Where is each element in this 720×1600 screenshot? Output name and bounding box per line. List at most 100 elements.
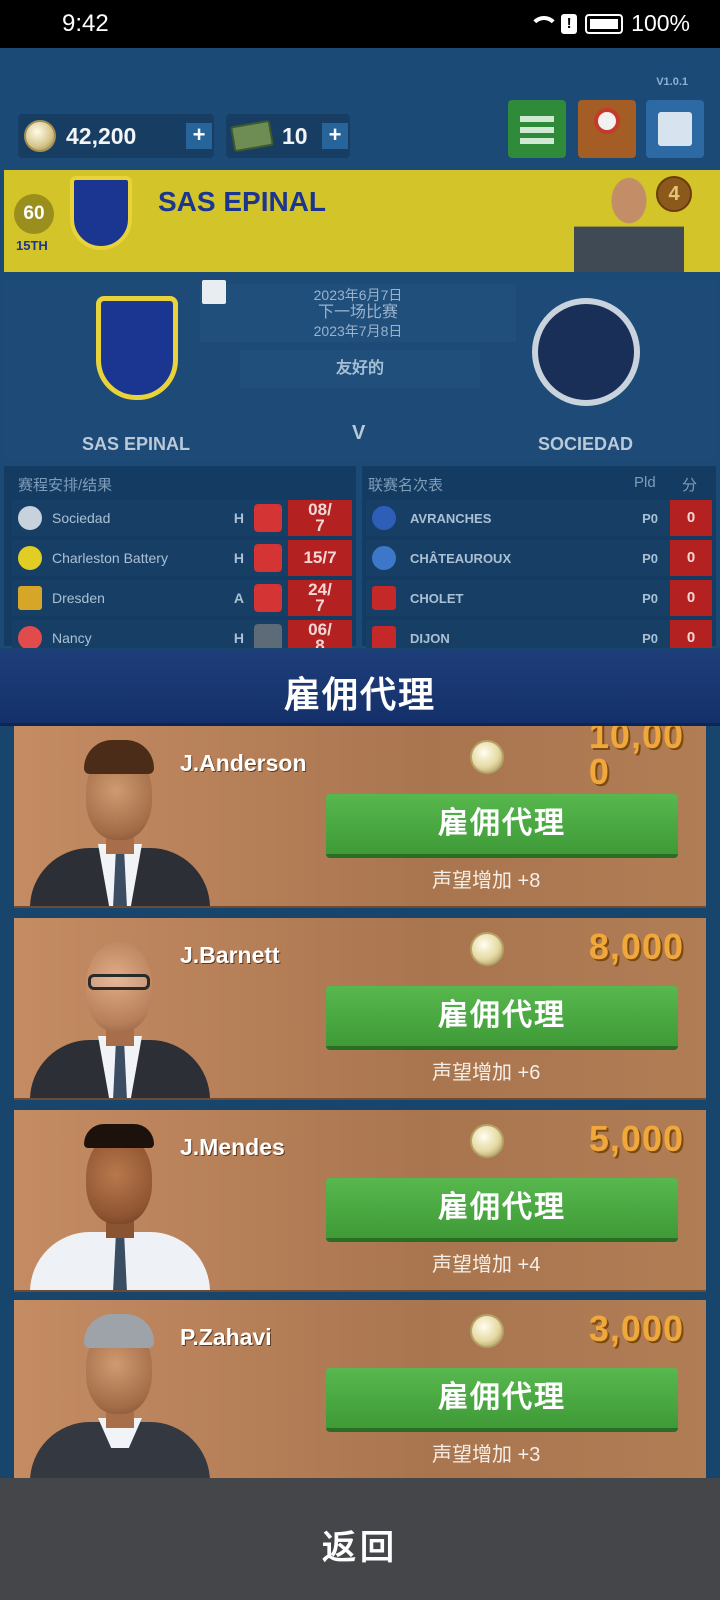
club-rating: 60 xyxy=(14,194,54,234)
fixture-date: 24/ 7 xyxy=(288,580,352,616)
hire-agent-button[interactable]: 雇佣代理 xyxy=(326,794,678,858)
fixture-date: 08/ 7 xyxy=(288,500,352,536)
agent-hair xyxy=(84,1124,154,1148)
modal-header: 雇佣代理 xyxy=(0,650,720,726)
award-button[interactable] xyxy=(578,100,636,158)
calendar-icon[interactable] xyxy=(202,280,226,304)
battery-percent: 100% xyxy=(631,10,690,36)
wifi-icon xyxy=(527,14,560,34)
alert-icon: ! xyxy=(561,13,578,34)
floppy-icon xyxy=(658,112,692,146)
agent-hair xyxy=(84,1314,154,1348)
status-bar: 9:42 ! 100% xyxy=(0,0,720,48)
match-type: 友好的 xyxy=(240,350,480,388)
save-button[interactable] xyxy=(646,100,704,158)
league-pld: P0 xyxy=(642,510,658,526)
cash-display: 10 + xyxy=(226,114,350,158)
league-pld: P0 xyxy=(642,590,658,606)
league-row[interactable]: CHÂTEAUROUX P0 0 xyxy=(366,540,712,576)
hire-agent-button[interactable]: 雇佣代理 xyxy=(326,1178,678,1242)
add-cash-button[interactable]: + xyxy=(322,123,348,149)
versus-label: V xyxy=(352,422,366,444)
list-menu-button[interactable] xyxy=(508,100,566,158)
coin-icon xyxy=(470,932,504,966)
league-team: CHOLET xyxy=(410,590,464,606)
fixture-venue: H xyxy=(233,630,244,646)
agent-card: J.Barnett 8,000 雇佣代理 声望增加 +6 xyxy=(14,918,706,1098)
hire-agent-button[interactable]: 雇佣代理 xyxy=(326,1368,678,1432)
coins-display: 42,200 + xyxy=(18,114,214,158)
back-button[interactable]: 返回 xyxy=(0,1478,720,1600)
modal-title: 雇佣代理 xyxy=(283,674,436,715)
pts-header: 分 xyxy=(682,477,698,494)
league-pld: P0 xyxy=(642,630,658,646)
team-badge-icon xyxy=(372,546,396,570)
status-time: 9:42 xyxy=(62,10,109,37)
away-team-name: SOCIEDAD xyxy=(538,434,634,454)
home-crest-icon xyxy=(96,296,178,400)
status-icons: ! 100% xyxy=(527,10,690,37)
league-position: 15TH xyxy=(16,238,48,253)
team-badge-icon xyxy=(372,586,396,610)
team-badge-icon xyxy=(18,586,42,610)
reputation-bonus: 声望增加 +3 xyxy=(432,1444,541,1466)
agent-cost: 10,00 0 xyxy=(588,726,684,792)
reputation-bonus: 声望增加 +6 xyxy=(432,1062,541,1084)
league-row[interactable]: AVRANCHES P0 0 xyxy=(366,500,712,536)
league-pts: 0 xyxy=(670,540,712,576)
club-bar[interactable]: 60 15TH SAS EPINAL 4 xyxy=(4,170,720,272)
agent-cost: 8,000 xyxy=(588,926,684,967)
fixtures-panel[interactable]: 赛程安排/结果 Sociedad H 08/ 7 Charleston Batt… xyxy=(4,466,356,656)
coin-icon xyxy=(470,740,504,774)
reputation-bonus: 声望增加 +4 xyxy=(432,1254,541,1276)
league-shield-icon xyxy=(254,504,282,532)
version-label: V1.0.1 xyxy=(656,76,688,88)
fixture-venue: H xyxy=(233,510,244,526)
fixture-row[interactable]: Dresden A 24/ 7 xyxy=(12,580,352,616)
agent-cost: 5,000 xyxy=(588,1118,684,1159)
fixture-row[interactable]: Charleston Battery H 15/7 xyxy=(12,540,352,576)
cash-value: 10 xyxy=(282,122,308,149)
agent-card: J.Mendes 5,000 雇佣代理 声望增加 +4 xyxy=(14,1110,706,1290)
team-badge-icon xyxy=(18,546,42,570)
agent-name: P.Zahavi xyxy=(180,1324,272,1350)
league-title: 联赛名次表 xyxy=(368,477,444,494)
agent-cost: 3,000 xyxy=(588,1308,684,1349)
fixture-venue: A xyxy=(233,590,244,606)
manager-level-badge: 4 xyxy=(656,176,692,212)
coin-icon xyxy=(24,120,56,152)
next-match-label: 下一场比赛 xyxy=(317,304,398,321)
list-icon xyxy=(520,116,554,122)
team-badge-icon xyxy=(18,506,42,530)
fixture-date: 15/7 xyxy=(288,540,352,576)
away-crest-icon xyxy=(532,298,640,406)
fixture-team: Sociedad xyxy=(52,510,111,526)
fixture-row[interactable]: Sociedad H 08/ 7 xyxy=(12,500,352,536)
team-badge-icon xyxy=(18,626,42,650)
league-pts: 0 xyxy=(670,500,712,536)
agent-hair xyxy=(84,740,154,774)
agent-card: J.Anderson 10,00 0 雇佣代理 声望增加 +8 xyxy=(14,726,706,906)
coin-icon xyxy=(470,1124,504,1158)
team-badge-icon xyxy=(372,626,396,650)
league-row[interactable]: CHOLET P0 0 xyxy=(366,580,712,616)
league-pts: 0 xyxy=(670,580,712,616)
league-team: DIJON xyxy=(410,630,450,646)
fixture-team: Charleston Battery xyxy=(52,550,168,566)
fixture-team: Dresden xyxy=(52,590,105,606)
team-badge-icon xyxy=(372,506,396,530)
agent-name: J.Barnett xyxy=(180,942,280,968)
cash-icon xyxy=(230,119,274,153)
played-date: 2023年6月7日 xyxy=(313,287,403,303)
pld-header: Pld xyxy=(634,474,656,491)
next-match-panel[interactable]: 2023年6月7日 下一场比赛 2023年7月8日 友好的 SAS EPINAL… xyxy=(4,280,716,460)
hire-agent-button[interactable]: 雇佣代理 xyxy=(326,986,678,1050)
agent-name: J.Anderson xyxy=(180,750,307,776)
agent-card: P.Zahavi 3,000 雇佣代理 声望增加 +3 xyxy=(14,1300,706,1480)
club-name: SAS EPINAL xyxy=(158,186,327,217)
add-coins-button[interactable]: + xyxy=(186,123,212,149)
league-table-panel[interactable]: 联赛名次表 Pld 分 AVRANCHES P0 0 CHÂTEAUROUX P… xyxy=(362,466,716,656)
fixture-team: Nancy xyxy=(52,630,92,646)
fixtures-title: 赛程安排/结果 xyxy=(18,477,113,494)
agent-name: J.Mendes xyxy=(180,1134,285,1160)
